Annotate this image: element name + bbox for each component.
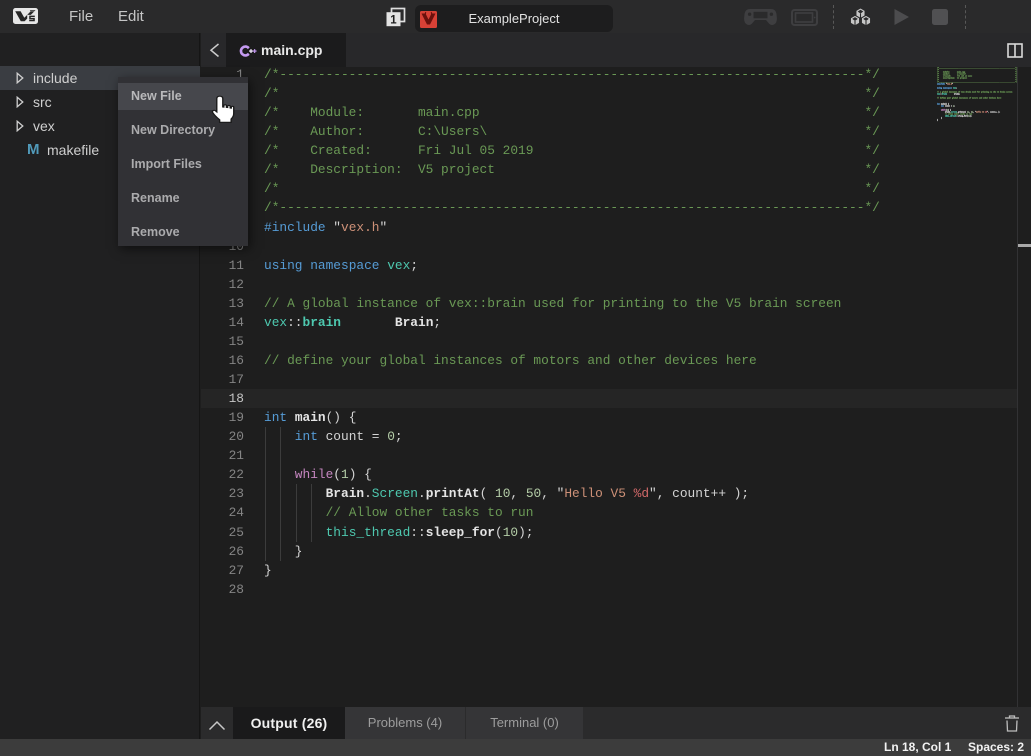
svg-text:1: 1 <box>390 14 397 26</box>
